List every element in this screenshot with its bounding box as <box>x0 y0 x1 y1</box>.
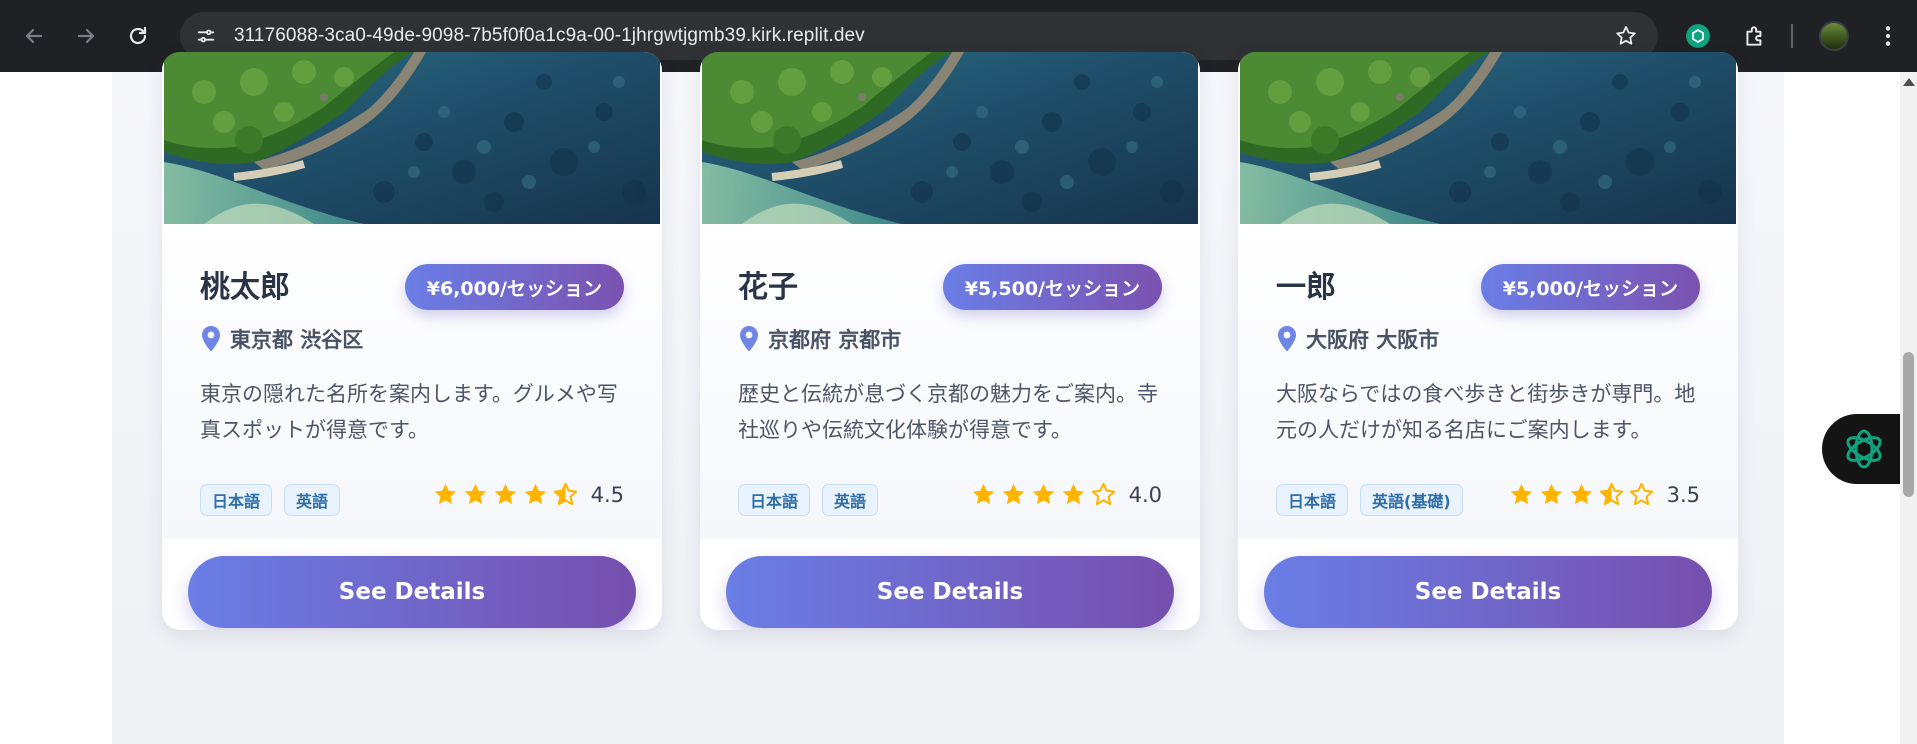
star-rating: 4.0 <box>967 481 1162 508</box>
guide-photo <box>164 52 660 224</box>
location-pin-icon <box>740 326 758 352</box>
guide-location: 東京都 渋谷区 <box>200 324 363 354</box>
rating-star-icon <box>1032 483 1054 505</box>
reload-icon[interactable] <box>118 16 158 56</box>
guide-name: 一郎 <box>1276 270 1336 305</box>
more-menu-icon[interactable] <box>1870 18 1906 54</box>
guide-description: 大阪ならではの食べ歩きと街歩きが専門。地元の人だけが知る名店にご案内します。 <box>1276 382 1696 442</box>
language-tag: 英語 <box>822 484 879 516</box>
guide-card-body: 一郎 ¥5,000/セッション 大阪府 大阪市 大阪ならではの食べ歩きと街歩きが… <box>1238 224 1738 539</box>
bookmark-star-icon[interactable] <box>1614 24 1638 48</box>
see-details-button[interactable]: See Details <box>726 556 1174 628</box>
language-tags: 日本語 英語 <box>738 484 890 516</box>
rating-star-icon <box>1062 483 1084 505</box>
page-scrollbar[interactable] <box>1900 72 1917 744</box>
price-badge: ¥5,500/セッション <box>942 264 1162 310</box>
rating-score: 4.0 <box>1128 482 1162 507</box>
guide-list-section: 桃太郎 ¥6,000/セッション 東京都 渋谷区 東京の隠れた名所を案内します。… <box>112 52 1784 744</box>
scroll-up-arrow-icon[interactable] <box>1903 78 1915 86</box>
chatgpt-logo-icon <box>1846 429 1882 469</box>
star-rating: 3.5 <box>1505 481 1700 508</box>
rating-stars <box>429 481 579 508</box>
guide-location: 京都府 京都市 <box>738 324 901 354</box>
language-tag: 英語(基礎) <box>1360 484 1463 516</box>
rating-star-icon <box>1510 483 1532 505</box>
guide-name: 花子 <box>738 270 798 305</box>
rating-star-icon <box>972 483 994 505</box>
rating-star-icon <box>434 483 456 505</box>
guide-name: 桃太郎 <box>200 270 290 305</box>
guide-photo <box>1240 52 1736 224</box>
guide-card: 桃太郎 ¥6,000/セッション 東京都 渋谷区 東京の隠れた名所を案内します。… <box>162 52 662 630</box>
location-text: 京都府 京都市 <box>768 328 902 352</box>
language-tag: 日本語 <box>200 484 273 516</box>
rating-stars <box>967 481 1117 508</box>
rating-star-icon <box>1091 482 1115 506</box>
url-text[interactable]: 31176088-3ca0-49de-9098-7b5f0f0a1c9a-00-… <box>234 25 865 47</box>
guide-location: 大阪府 大阪市 <box>1276 324 1439 354</box>
scrollbar-thumb[interactable] <box>1903 352 1914 497</box>
guide-description: 東京の隠れた名所を案内します。グルメや写真スポットが得意です。 <box>200 382 618 442</box>
location-pin-icon <box>1278 326 1296 352</box>
rating-star-icon <box>464 483 486 505</box>
language-tag: 英語 <box>284 484 341 516</box>
location-text: 大阪府 大阪市 <box>1306 328 1440 352</box>
rating-star-icon <box>1002 483 1024 505</box>
rating-star-icon <box>1570 483 1592 505</box>
chatgpt-extension-icon[interactable] <box>1680 18 1716 54</box>
guide-description: 歴史と伝統が息づく京都の魅力をご案内。寺社巡りや伝統文化体験が得意です。 <box>738 382 1158 442</box>
price-badge: ¥6,000/セッション <box>404 264 624 310</box>
guide-card-body: 桃太郎 ¥6,000/セッション 東京都 渋谷区 東京の隠れた名所を案内します。… <box>162 224 662 539</box>
star-rating: 4.5 <box>429 481 624 508</box>
forward-icon[interactable] <box>66 16 106 56</box>
see-details-button[interactable]: See Details <box>1264 556 1712 628</box>
rating-star-icon <box>494 483 516 505</box>
price-badge: ¥5,000/セッション <box>1480 264 1700 310</box>
rating-star-icon <box>1540 483 1562 505</box>
language-tag: 日本語 <box>1276 484 1349 516</box>
extensions-puzzle-icon[interactable] <box>1737 18 1773 54</box>
site-info-icon[interactable] <box>188 18 224 54</box>
guide-card: 花子 ¥5,500/セッション 京都府 京都市 歴史と伝統が息づく京都の魅力をご… <box>700 52 1200 630</box>
language-tags: 日本語 英語(基礎) <box>1276 484 1475 516</box>
location-text: 東京都 渋谷区 <box>230 328 364 352</box>
see-details-button[interactable]: See Details <box>188 556 636 628</box>
back-icon[interactable] <box>14 16 54 56</box>
guide-card: 一郎 ¥5,000/セッション 大阪府 大阪市 大阪ならではの食べ歩きと街歩きが… <box>1238 52 1738 630</box>
guide-photo <box>702 52 1198 224</box>
rating-star-icon <box>524 483 546 505</box>
rating-score: 3.5 <box>1666 482 1700 507</box>
location-pin-icon <box>202 326 220 352</box>
chatgpt-floating-button[interactable] <box>1822 414 1912 484</box>
toolbar-separator <box>1791 24 1793 48</box>
language-tag: 日本語 <box>738 484 811 516</box>
page-viewport: 桃太郎 ¥6,000/セッション 東京都 渋谷区 東京の隠れた名所を案内します。… <box>0 52 1900 744</box>
rating-score: 4.5 <box>590 482 624 507</box>
rating-star-icon <box>553 482 577 506</box>
rating-stars <box>1505 481 1655 508</box>
language-tags: 日本語 英語 <box>200 484 352 516</box>
rating-star-icon <box>1599 482 1623 506</box>
profile-avatar[interactable] <box>1819 21 1849 51</box>
guide-card-body: 花子 ¥5,500/セッション 京都府 京都市 歴史と伝統が息づく京都の魅力をご… <box>700 224 1200 539</box>
rating-star-icon <box>1629 482 1653 506</box>
